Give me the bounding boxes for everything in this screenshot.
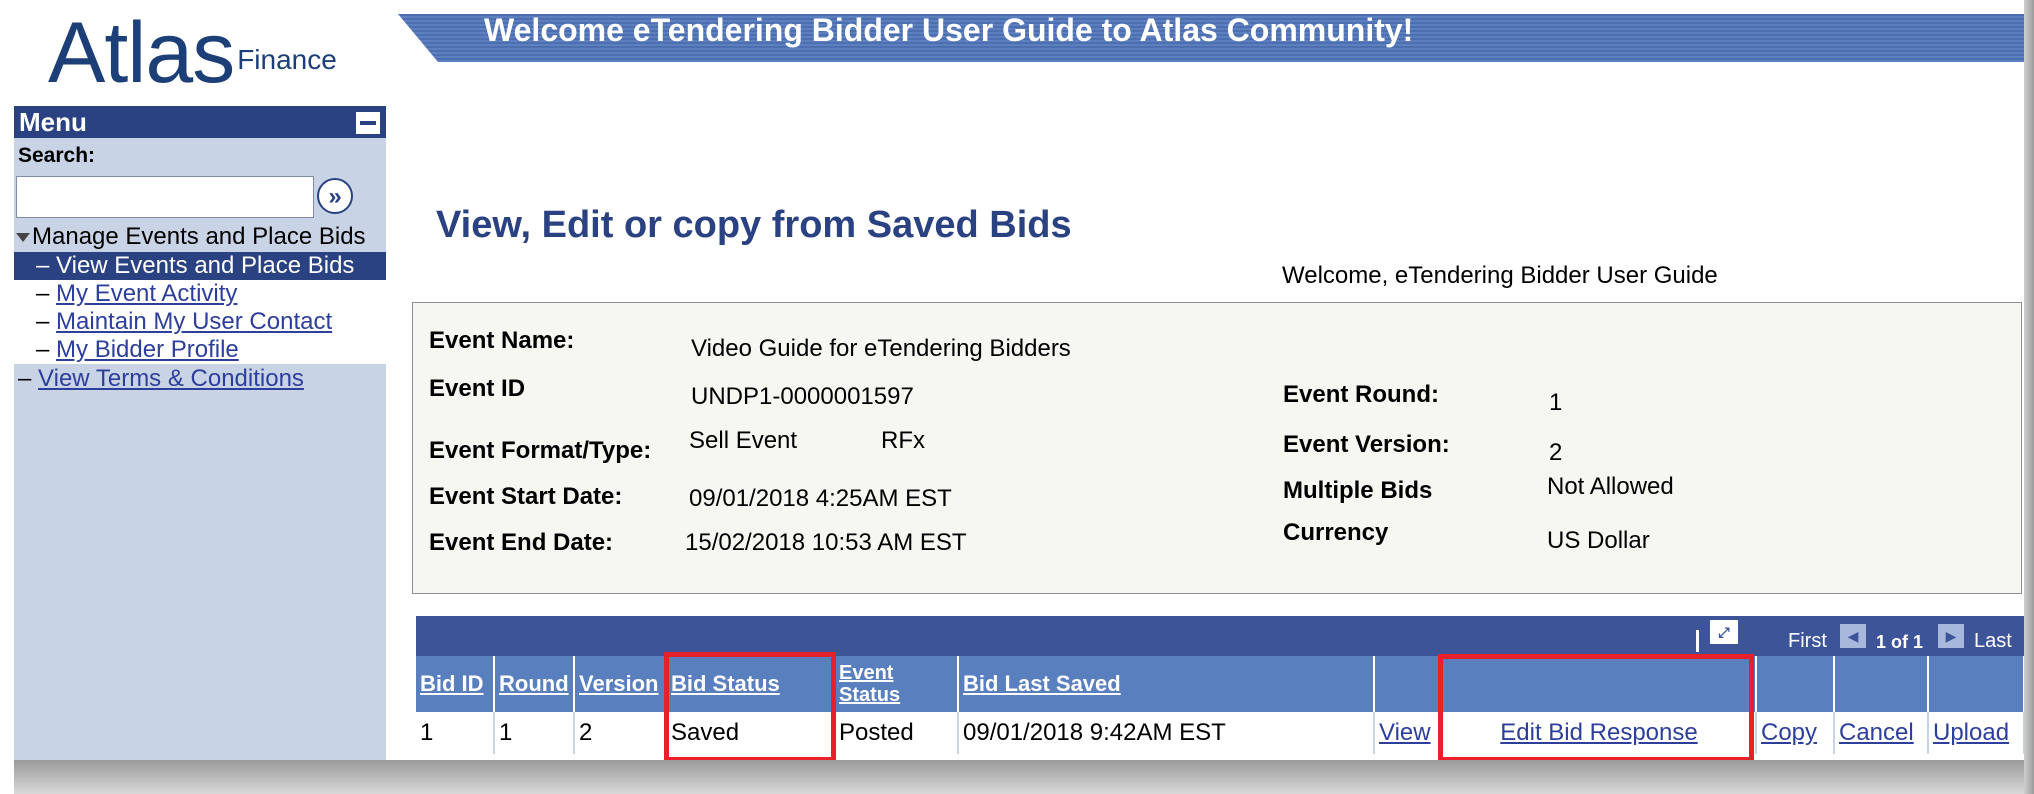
- event-start-label: Event Start Date:: [429, 483, 623, 510]
- event-format-label: Event Format/Type:: [429, 437, 652, 464]
- event-name-value: Video Guide for eTendering Bidders: [691, 335, 1071, 362]
- event-round-label: Event Round:: [1283, 381, 1439, 408]
- menu-header: Menu: [14, 106, 386, 138]
- saved-bids-grid: ⤢ First ◀ 1 of 1 ▶ Last Bid ID Round Ver…: [416, 616, 2025, 754]
- upload-link[interactable]: Upload: [1933, 719, 2009, 746]
- cell-cancel: Cancel: [1834, 712, 1929, 754]
- bid-status-highlight: [664, 652, 836, 762]
- sidebar-item-label[interactable]: My Bidder Profile: [56, 336, 239, 363]
- view-link[interactable]: View: [1379, 719, 1431, 746]
- sidebar-item-my-event-activity[interactable]: – My Event Activity: [14, 280, 386, 308]
- col-event-status[interactable]: Event Status: [834, 656, 959, 712]
- multiple-bids-label: Multiple Bids: [1283, 477, 1433, 504]
- cell-bid-id: 1: [416, 712, 495, 754]
- event-name-label: Event Name:: [429, 327, 575, 354]
- cell-view: View: [1374, 712, 1443, 754]
- bids-table: Bid ID Round Version Bid Status Event St…: [416, 656, 2025, 754]
- search-go-icon[interactable]: »: [317, 178, 353, 214]
- nav-parent-label: Manage Events and Place Bids: [32, 223, 366, 250]
- logo-sub-text: Finance: [237, 44, 337, 75]
- next-arrow-icon[interactable]: ▶: [1938, 624, 1964, 648]
- screenshot-shadow-bottom: [14, 760, 2034, 794]
- event-format-value: Sell Event: [689, 427, 798, 454]
- sidebar-item-label: View Events and Place Bids: [56, 252, 355, 279]
- cell-copy: Copy: [1756, 712, 1835, 754]
- cell-round: 1: [494, 712, 575, 754]
- event-version-value: 2: [1549, 439, 1563, 466]
- sidebar-item-label[interactable]: Maintain My User Contact: [56, 308, 332, 335]
- page-title: View, Edit or copy from Saved Bids: [436, 204, 1072, 246]
- nav-bullet: –: [36, 252, 50, 279]
- sidebar-item-view-events[interactable]: – View Events and Place Bids: [14, 252, 386, 280]
- nav-bullet: –: [36, 336, 50, 363]
- collapse-menu-icon[interactable]: [356, 112, 380, 134]
- col-cancel: [1834, 656, 1929, 712]
- event-end-label: Event End Date:: [429, 529, 614, 556]
- event-id-label: Event ID: [429, 375, 526, 402]
- nav-group: Manage Events and Place Bids – View Even…: [14, 222, 386, 394]
- currency-label: Currency: [1283, 519, 1389, 546]
- event-id-value: UNDP1-0000001597: [691, 383, 914, 410]
- event-start-value: 09/01/2018 4:25AM EST: [689, 485, 952, 512]
- nav-submenu: – View Events and Place Bids – My Event …: [14, 252, 386, 364]
- sidebar-item-bidder-profile[interactable]: – My Bidder Profile: [14, 336, 386, 364]
- nav-bullet: –: [18, 365, 32, 392]
- nav-parent-manage-events[interactable]: Manage Events and Place Bids: [14, 222, 386, 252]
- menu-title: Menu: [19, 107, 87, 137]
- screenshot-shadow-right: [2024, 0, 2034, 794]
- sidebar-item-label[interactable]: My Event Activity: [56, 280, 237, 307]
- nav-bullet: –: [36, 280, 50, 307]
- event-type-value: RFx: [881, 427, 925, 454]
- nav-last[interactable]: Last: [1974, 630, 2012, 653]
- currency-value: US Dollar: [1547, 527, 1650, 554]
- cell-version: 2: [574, 712, 667, 754]
- grid-navigation-bar: ⤢ First ◀ 1 of 1 ▶ Last: [416, 616, 2024, 656]
- event-end-value: 15/02/2018 10:53 AM EST: [685, 529, 967, 556]
- event-round-value: 1: [1549, 389, 1563, 416]
- multiple-bids-value: Not Allowed: [1547, 473, 1674, 500]
- col-bid-id[interactable]: Bid ID: [416, 656, 495, 712]
- search-input[interactable]: [16, 176, 314, 218]
- zoom-grid-icon[interactable]: ⤢: [1710, 620, 1738, 644]
- sidebar-menu: Menu Search: » Manage Events and Place B…: [14, 106, 386, 776]
- search-label: Search:: [18, 144, 96, 167]
- col-round[interactable]: Round: [494, 656, 575, 712]
- table-row: 1 1 2 Saved Posted 09/01/2018 9:42AM EST…: [416, 712, 2025, 754]
- cancel-link[interactable]: Cancel: [1839, 719, 1914, 746]
- col-version[interactable]: Version: [574, 656, 667, 712]
- sidebar-item-terms[interactable]: – View Terms & Conditions: [14, 364, 386, 394]
- terms-link[interactable]: View Terms & Conditions: [38, 365, 304, 392]
- sidebar-item-maintain-contact[interactable]: – Maintain My User Contact: [14, 308, 386, 336]
- welcome-text: Welcome, eTendering Bidder User Guide: [1282, 262, 1718, 289]
- grid-separator: [1696, 630, 1699, 652]
- nav-bullet: –: [36, 308, 50, 335]
- event-version-label: Event Version:: [1283, 431, 1450, 458]
- col-copy: [1756, 656, 1835, 712]
- banner-title: Welcome eTendering Bidder User Guide to …: [484, 12, 1414, 48]
- expand-triangle-icon: [16, 233, 30, 242]
- nav-range: 1 of 1: [1876, 632, 1924, 652]
- nav-first[interactable]: First: [1788, 630, 1827, 653]
- cell-event-status: Posted: [834, 712, 959, 754]
- col-upload: [1928, 656, 2025, 712]
- event-details-panel: Event Name: Video Guide for eTendering B…: [412, 302, 2022, 594]
- copy-link[interactable]: Copy: [1761, 719, 1817, 746]
- col-view: [1374, 656, 1443, 712]
- atlas-logo: Atlas Finance: [48, 4, 337, 96]
- table-header-row: Bid ID Round Version Bid Status Event St…: [416, 656, 2025, 712]
- cell-last-saved: 09/01/2018 9:42AM EST: [958, 712, 1375, 754]
- col-bid-last-saved[interactable]: Bid Last Saved: [958, 656, 1375, 712]
- previous-arrow-icon[interactable]: ◀: [1840, 624, 1866, 648]
- logo-main-text: Atlas: [48, 5, 235, 101]
- cell-upload: Upload: [1928, 712, 2025, 754]
- edit-response-highlight: [1438, 654, 1754, 762]
